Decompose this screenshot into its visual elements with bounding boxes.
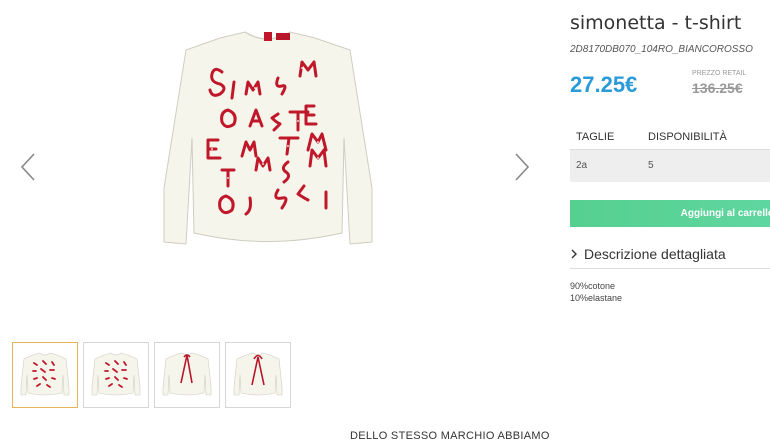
product-title: simonetta - t-shirt (570, 12, 742, 34)
column-header-availability: DISPONIBILITÀ (642, 127, 770, 150)
thumbnail-front[interactable] (12, 342, 78, 408)
description-toggle-label: Descrizione dettagliata (584, 246, 726, 262)
chevron-right-icon (515, 153, 530, 181)
divider (570, 268, 770, 269)
size-value: 2a (570, 149, 642, 182)
thumbnail-strip (12, 342, 291, 408)
gallery-prev-arrow[interactable] (16, 150, 40, 184)
description-toggle[interactable]: Descrizione dettagliata (570, 246, 726, 262)
composition-line: 10%elastane (570, 293, 623, 303)
tshirt-front-thumbnail (20, 352, 70, 396)
retail-price: 136.25€ (692, 80, 743, 96)
tshirt-front-thumbnail (91, 352, 141, 396)
thumbnail-back[interactable] (154, 342, 220, 408)
thumbnail-back-alt[interactable] (225, 342, 291, 408)
chevron-right-icon (571, 249, 577, 259)
tshirt-back-thumbnail (233, 352, 283, 396)
chevron-left-icon (20, 153, 35, 181)
composition-line: 90%cotone (570, 281, 616, 291)
add-to-cart-button[interactable]: Aggiungi al carrello (570, 200, 770, 227)
column-header-sizes: TAGLIE (570, 127, 642, 150)
product-sku: 2D8170DB070_104RO_BIANCOROSSO (570, 44, 753, 55)
composition-list: 90%cotone 10%elastane (570, 280, 622, 304)
product-price: 27.25€ (570, 72, 638, 97)
retail-price-label: PREZZO RETAIL (692, 70, 747, 77)
same-brand-heading: DELLO STESSO MARCHIO ABBIAMO (350, 430, 550, 442)
main-product-image (150, 28, 385, 258)
gallery-next-arrow[interactable] (510, 150, 534, 184)
tshirt-back-thumbnail (162, 352, 212, 396)
availability-value: 5 (642, 149, 770, 182)
tshirt-front-image (163, 31, 373, 245)
sizes-table: TAGLIE DISPONIBILITÀ 2a 5 (570, 127, 770, 182)
thumbnail-front-alt[interactable] (83, 342, 149, 408)
size-row[interactable]: 2a 5 (570, 149, 770, 182)
product-info-panel: simonetta - t-shirt 2D8170DB070_104RO_BI… (570, 0, 770, 330)
product-gallery (0, 0, 545, 408)
sizes-table-header: TAGLIE DISPONIBILITÀ (570, 127, 770, 150)
